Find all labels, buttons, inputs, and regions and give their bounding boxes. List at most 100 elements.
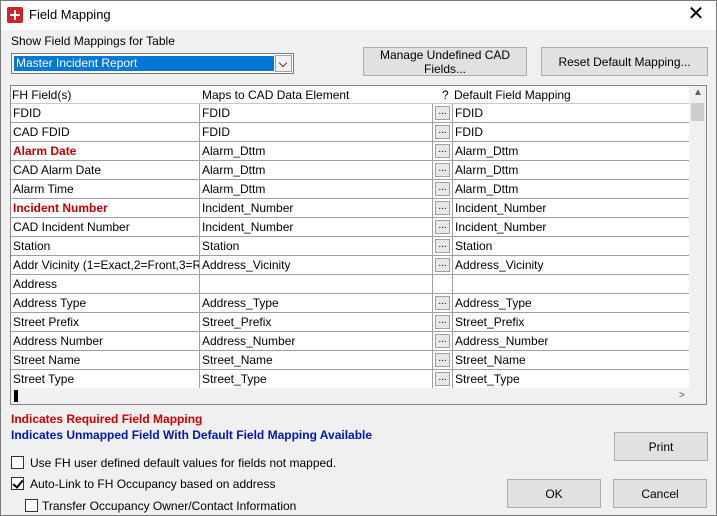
fh-field-cell: Alarm Date — [11, 142, 200, 161]
cad-element-cell[interactable]: Street_Name — [200, 351, 433, 370]
table-row[interactable]: Alarm Time Alarm_Dttm... Alarm_Dttm — [11, 180, 689, 199]
column-header-default-mapping[interactable]: Default Field Mapping — [454, 88, 571, 102]
lookup-ellipsis-button[interactable]: ... — [435, 239, 450, 253]
vertical-scrollbar[interactable]: ▲ — [689, 86, 706, 388]
column-header-help[interactable]: ? — [442, 88, 449, 102]
cad-element-cell[interactable]: Alarm_Dttm — [200, 180, 433, 199]
lookup-ellipsis-button[interactable]: ... — [435, 144, 450, 158]
legend-required: Indicates Required Field Mapping — [11, 412, 203, 426]
default-mapping-cell: Street_Type — [455, 372, 520, 386]
fh-field-cell: Address — [11, 275, 200, 294]
lookup-ellipsis-button[interactable]: ... — [435, 220, 450, 234]
table-row[interactable]: Station Station... Station — [11, 237, 689, 256]
lookup-cell: ... — [433, 161, 453, 180]
lookup-ellipsis-button[interactable]: ... — [435, 334, 450, 348]
table-row[interactable]: CAD Alarm Date Alarm_Dttm... Alarm_Dttm — [11, 161, 689, 180]
transfer-owner-label: Transfer Occupancy Owner/Contact Informa… — [42, 499, 297, 513]
scroll-right-icon[interactable]: > — [679, 390, 685, 401]
lookup-ellipsis-button[interactable]: ... — [435, 163, 450, 177]
cad-element-cell[interactable]: Alarm_Dttm — [200, 161, 433, 180]
print-button[interactable]: Print — [614, 432, 708, 461]
lookup-cell: ... — [433, 313, 453, 332]
lookup-ellipsis-button[interactable]: ... — [435, 372, 450, 386]
transfer-owner-checkbox[interactable] — [25, 499, 38, 512]
table-row[interactable]: FDID FDID... FDID — [11, 104, 689, 123]
fh-field-cell: Street Name — [11, 351, 200, 370]
cad-element-cell[interactable]: Address_Number — [200, 332, 433, 351]
app-cross-icon — [7, 7, 23, 23]
field-mapping-dialog: Field Mapping ✕ Show Field Mappings for … — [0, 0, 717, 516]
horizontal-scrollbar[interactable]: > — [11, 388, 689, 404]
reset-default-mapping-button[interactable]: Reset Default Mapping... — [541, 47, 708, 76]
table-row[interactable]: Incident Number Incident_Number... Inciden… — [11, 199, 689, 218]
lookup-cell: ... — [433, 218, 453, 237]
cad-element-cell[interactable]: Address_Vicinity — [200, 256, 433, 275]
table-row[interactable]: Street Type Street_Type... Street_Type — [11, 370, 689, 389]
lookup-cell: ... — [433, 370, 453, 389]
table-row[interactable]: Alarm Date Alarm_Dttm... Alarm_Dttm — [11, 142, 689, 161]
default-mapping-cell: FDID — [455, 106, 483, 120]
table-row[interactable]: Street Name Street_Name... Street_Name — [11, 351, 689, 370]
lookup-ellipsis-button[interactable]: ... — [435, 258, 450, 272]
lookup-ellipsis-button[interactable]: ... — [435, 296, 450, 310]
lookup-cell: ... — [433, 351, 453, 370]
lookup-cell — [433, 275, 453, 294]
lookup-ellipsis-button[interactable]: ... — [435, 353, 450, 367]
default-mapping-cell: Station — [455, 239, 493, 253]
lookup-ellipsis-button[interactable]: ... — [435, 106, 450, 120]
lookup-ellipsis-button[interactable]: ... — [435, 182, 450, 196]
ok-button[interactable]: OK — [507, 479, 601, 508]
default-mapping-cell: Street_Name — [455, 353, 526, 367]
cad-element-cell[interactable]: Address_Type — [200, 294, 433, 313]
cad-element-cell[interactable]: Street_Prefix — [200, 313, 433, 332]
default-mapping-cell: Address_Type — [455, 296, 532, 310]
default-mapping-cell: Alarm_Dttm — [455, 163, 519, 177]
cancel-button[interactable]: Cancel — [613, 479, 707, 508]
cad-element-cell[interactable]: FDID — [200, 123, 433, 142]
cad-element-cell[interactable]: Station — [200, 237, 433, 256]
lookup-cell: ... — [433, 237, 453, 256]
table-row[interactable]: CAD FDID FDID... FDID — [11, 123, 689, 142]
window-title: Field Mapping — [29, 7, 111, 22]
use-defaults-checkbox[interactable] — [11, 456, 24, 469]
cad-element-cell[interactable]: Street_Type — [200, 370, 433, 389]
lookup-ellipsis-button[interactable]: ... — [435, 201, 450, 215]
default-mapping-cell: Address_Number — [455, 334, 549, 348]
lookup-cell: ... — [433, 104, 453, 123]
lookup-cell: ... — [433, 199, 453, 218]
default-mapping-cell: Alarm_Dttm — [455, 182, 519, 196]
column-header-fh-fields[interactable]: FH Field(s) — [12, 88, 71, 102]
default-mapping-cell: FDID — [455, 125, 483, 139]
fh-field-cell: Station — [11, 237, 200, 256]
table-row[interactable]: Addr Vicinity (1=Exact,2=Front,3=Rear,4A… — [11, 256, 689, 275]
lookup-ellipsis-button[interactable]: ... — [435, 125, 450, 139]
cad-element-cell[interactable]: FDID — [200, 104, 433, 123]
table-row[interactable]: Address Type Address_Type... Address_Type — [11, 294, 689, 313]
close-icon[interactable]: ✕ — [676, 1, 716, 30]
default-mapping-cell: Street_Prefix — [455, 315, 525, 329]
column-header-cad-element[interactable]: Maps to CAD Data Element — [202, 88, 349, 102]
scrollbar-corner — [689, 388, 706, 404]
fh-field-cell: CAD Alarm Date — [11, 161, 200, 180]
auto-link-checkbox[interactable] — [11, 477, 24, 490]
lookup-cell: ... — [433, 180, 453, 199]
fh-field-cell: Addr Vicinity (1=Exact,2=Front,3=Rear,4 — [11, 256, 200, 275]
chevron-down-icon[interactable] — [275, 55, 292, 72]
table-row[interactable]: Address Number Address_Number... Address_N… — [11, 332, 689, 351]
fh-field-cell: Alarm Time — [11, 180, 200, 199]
vertical-scroll-thumb[interactable] — [691, 103, 704, 121]
scroll-up-icon[interactable]: ▲ — [693, 87, 703, 98]
table-row[interactable]: Street Prefix Street_Prefix... Street_Pref… — [11, 313, 689, 332]
cad-element-cell[interactable] — [200, 275, 433, 294]
lookup-ellipsis-button[interactable]: ... — [435, 315, 450, 329]
horizontal-scroll-thumb[interactable] — [14, 390, 18, 402]
table-selector-dropdown[interactable]: Master Incident Report — [11, 53, 294, 74]
cad-element-cell[interactable]: Incident_Number — [200, 199, 433, 218]
cad-element-cell[interactable]: Alarm_Dttm — [200, 142, 433, 161]
lookup-cell: ... — [433, 123, 453, 142]
cad-element-cell[interactable]: Incident_Number — [200, 218, 433, 237]
manage-undefined-cad-fields-button[interactable]: Manage Undefined CAD Fields... — [363, 47, 527, 76]
table-row[interactable]: CAD Incident Number Incident_Number... Inc… — [11, 218, 689, 237]
fh-field-cell: FDID — [11, 104, 200, 123]
table-row[interactable]: Address — [11, 275, 689, 294]
